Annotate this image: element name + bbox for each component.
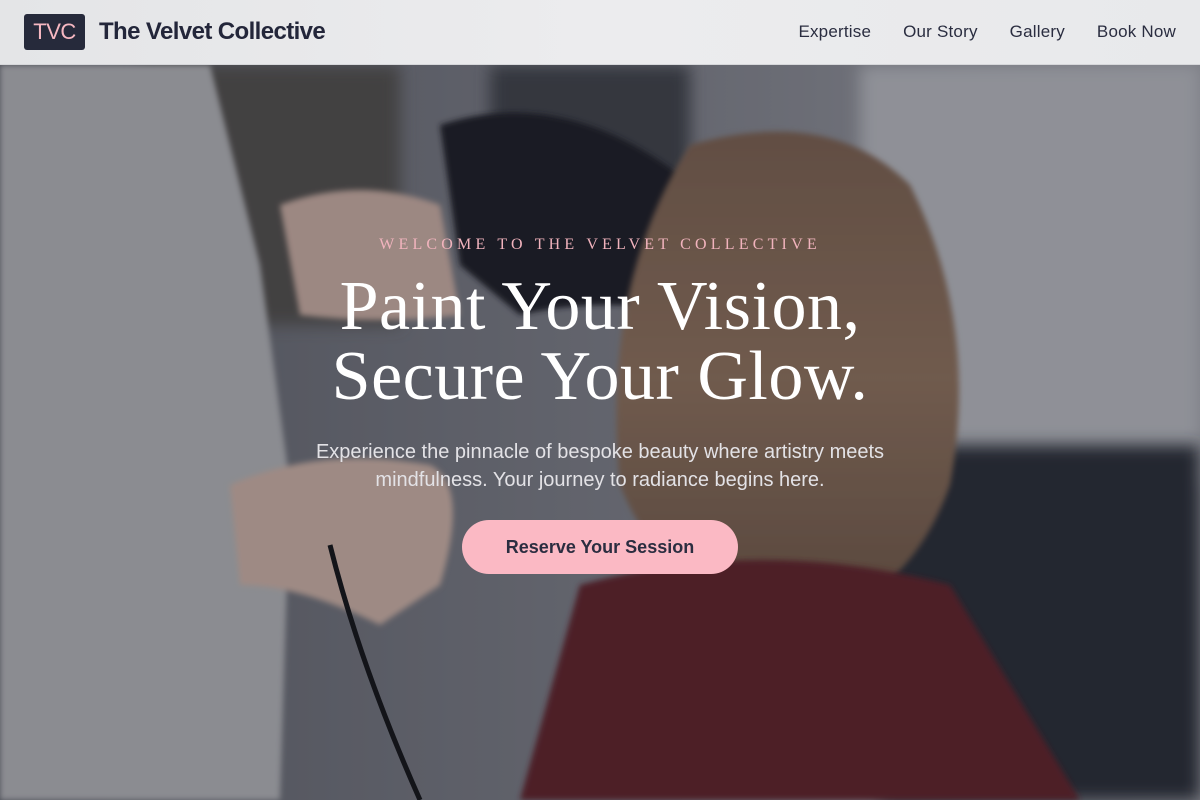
hero-subtext: Experience the pinnacle of bespoke beaut… <box>315 441 885 491</box>
main-nav: Expertise Our Story Gallery Book Now <box>798 22 1176 42</box>
hero-headline: Paint Your Vision, Secure Your Glow. <box>332 272 869 412</box>
nav-link-gallery[interactable]: Gallery <box>1010 22 1065 42</box>
hero-headline-line1: Paint Your Vision, <box>339 268 861 345</box>
hero-eyebrow: WELCOME TO THE VELVET COLLECTIVE <box>379 236 821 253</box>
brand-name: The Velvet Collective <box>99 18 326 45</box>
reserve-session-button[interactable]: Reserve Your Session <box>462 520 738 574</box>
hero-content: WELCOME TO THE VELVET COLLECTIVE Paint Y… <box>0 65 1200 800</box>
site-header: TVC The Velvet Collective Expertise Our … <box>0 0 1200 65</box>
brand-logo-link[interactable]: TVC The Velvet Collective <box>24 14 326 50</box>
nav-link-our-story[interactable]: Our Story <box>903 22 978 42</box>
hero-section: WELCOME TO THE VELVET COLLECTIVE Paint Y… <box>0 65 1200 800</box>
hero-headline-line2: Secure Your Glow. <box>331 338 869 415</box>
logo-mark: TVC <box>24 14 85 50</box>
nav-link-expertise[interactable]: Expertise <box>798 22 871 42</box>
nav-link-book-now[interactable]: Book Now <box>1097 22 1176 42</box>
